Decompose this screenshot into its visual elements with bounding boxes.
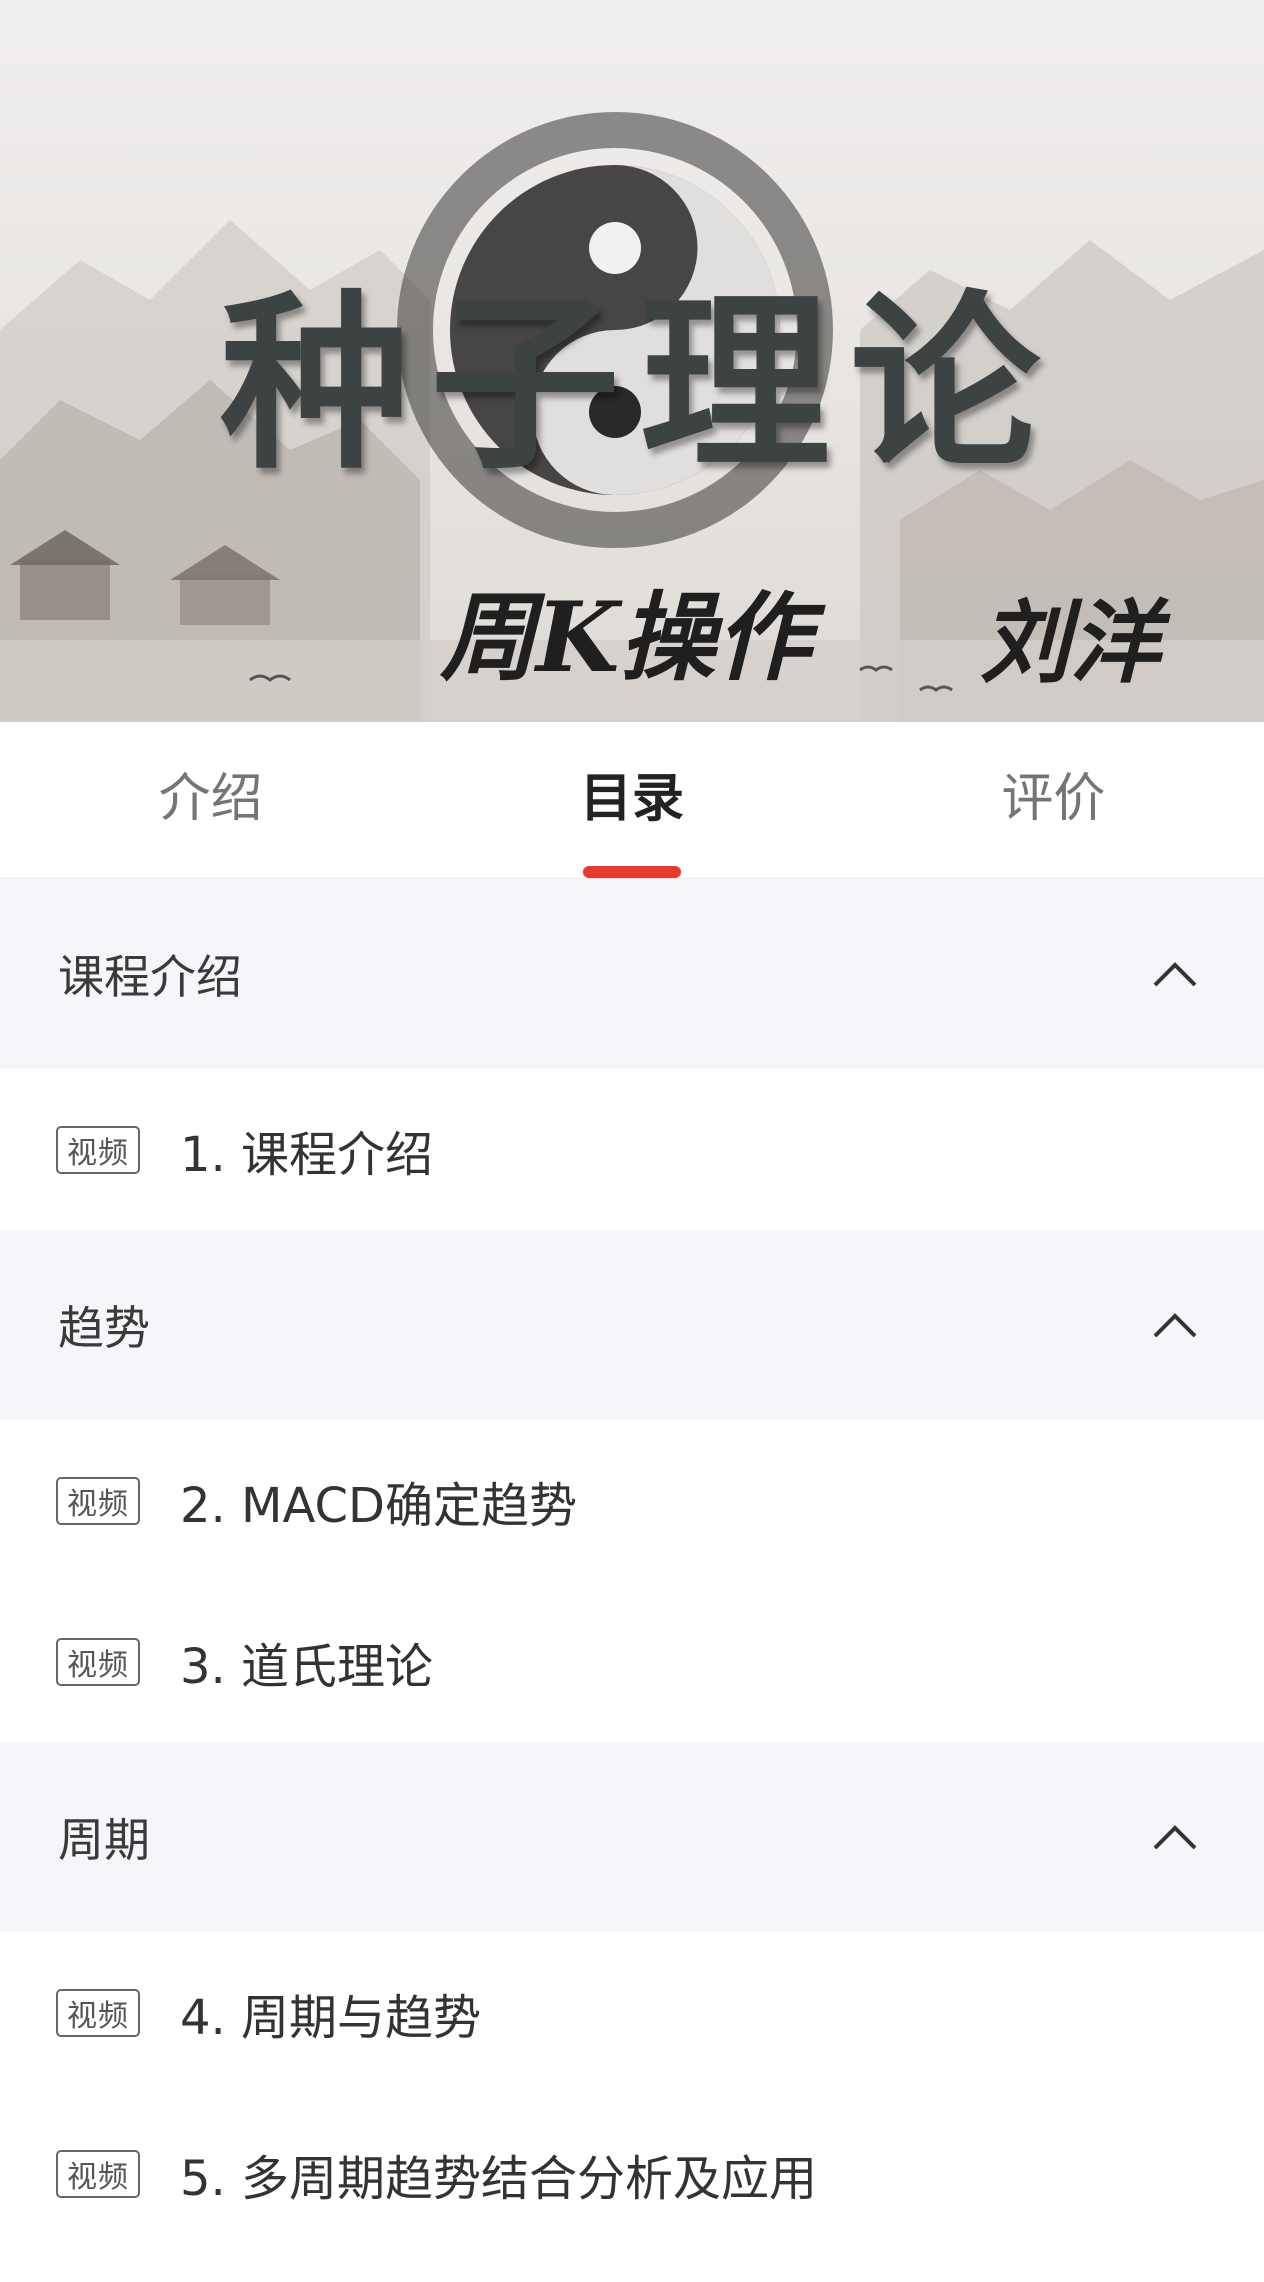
lesson-title: 3. 道氏理论 (180, 1638, 434, 1695)
video-badge: 视频 (56, 1988, 140, 2037)
lesson-title: 4. 周期与趋势 (180, 1989, 482, 2046)
lesson-title: 5. 多周期趋势结合分析及应用 (180, 2150, 818, 2207)
video-badge: 视频 (56, 1476, 140, 1525)
lesson-title: 1. 课程介绍 (180, 1126, 434, 1183)
tab-reviews[interactable]: 评价 (843, 722, 1264, 878)
video-badge: 视频 (56, 2149, 140, 2198)
tab-bar: 介绍 目录 评价 (0, 722, 1264, 879)
chevron-up-icon[interactable] (1150, 959, 1200, 989)
section-header[interactable]: 课程介绍 (0, 879, 1264, 1069)
section-title: 周期 (58, 1813, 150, 1867)
lesson-item[interactable]: 视频 5. 多周期趋势结合分析及应用 (0, 2093, 1264, 2254)
banner-author: 刘洋 (980, 590, 1160, 696)
banner-subtitle: 周K操作 (440, 581, 812, 694)
lesson-item[interactable]: 视频 1. 课程介绍 (0, 1069, 1264, 1230)
banner-title: 种子理论 (219, 272, 1060, 495)
course-banner: 种子理论 周K操作 刘洋 (0, 0, 1264, 722)
section-title: 课程介绍 (58, 950, 242, 1004)
lesson-item[interactable]: 视频 2. MACD确定趋势 (0, 1420, 1264, 1581)
active-tab-indicator (582, 866, 681, 878)
chevron-up-icon[interactable] (1150, 1822, 1200, 1852)
section-title: 趋势 (58, 1301, 150, 1355)
video-badge: 视频 (56, 1637, 140, 1686)
tab-label: 评价 (1001, 768, 1106, 829)
lesson-title: 2. MACD确定趋势 (180, 1477, 577, 1534)
tab-label: 目录 (579, 768, 684, 829)
tab-label: 介绍 (158, 768, 263, 829)
chevron-up-icon[interactable] (1150, 1310, 1200, 1340)
video-badge: 视频 (56, 1125, 140, 1174)
tab-intro[interactable]: 介绍 (0, 722, 421, 878)
lesson-item[interactable]: 视频 3. 道氏理论 (0, 1581, 1264, 1742)
lesson-item[interactable]: 视频 4. 周期与趋势 (0, 1932, 1264, 2093)
section-header[interactable]: 周期 (0, 1742, 1264, 1932)
section-header[interactable]: 趋势 (0, 1230, 1264, 1420)
tab-catalog[interactable]: 目录 (421, 722, 842, 878)
